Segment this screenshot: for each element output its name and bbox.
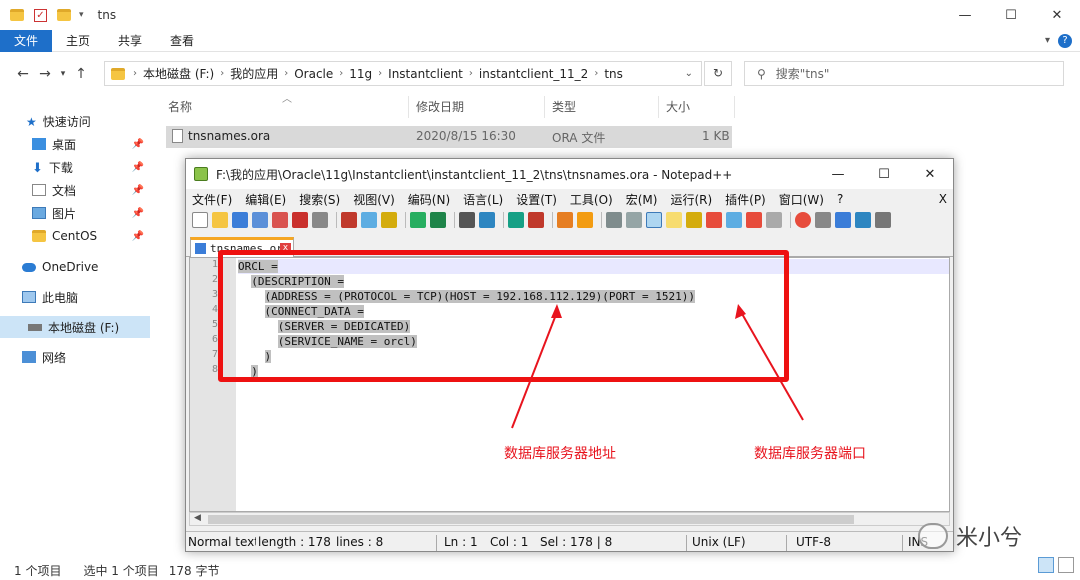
host-arrow (511, 311, 558, 429)
port-annotation: 数据库服务器端口 (754, 446, 866, 462)
host-arrowhead (551, 304, 562, 318)
wechat-icon (918, 523, 948, 549)
port-arrow (740, 311, 804, 421)
annotation-arrows (511, 304, 804, 429)
watermark-text: 米小兮 (956, 526, 1023, 551)
watermark: 米小兮 (918, 518, 1068, 554)
host-annotation: 数据库服务器地址 (504, 446, 616, 462)
